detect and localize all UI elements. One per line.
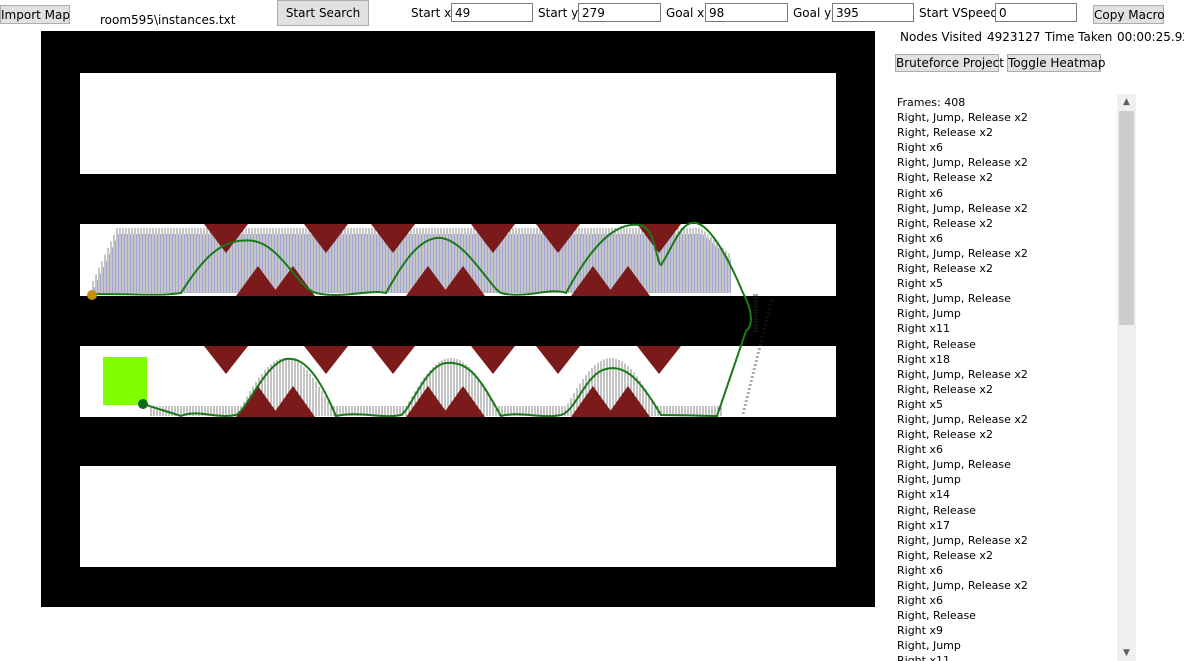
macro-line: Right x6 (897, 231, 943, 245)
scroll-down-icon[interactable]: ▼ (1117, 645, 1136, 661)
output-scrollbar[interactable]: ▲ ▼ (1117, 94, 1136, 661)
macro-line: Right x6 (897, 563, 943, 577)
start-y-input[interactable] (578, 3, 661, 22)
macro-line: Right, Release x2 (897, 428, 993, 442)
nodes-visited-value: 4923127 (987, 30, 1041, 44)
macro-line: Right, Release x2 (897, 126, 993, 140)
macro-line: Right x6 (897, 186, 943, 200)
toggle-heatmap-button[interactable]: Toggle Heatmap (1007, 54, 1106, 72)
macro-line: Right, Release x2 (897, 262, 993, 276)
macro-output-list: Frames: 408 Right, Jump, Release x2 Right,… (897, 95, 1115, 661)
macro-line: Right, Jump (897, 473, 961, 487)
scroll-up-icon[interactable]: ▲ (1117, 94, 1136, 110)
macro-line: Right, Jump, Release x2 (897, 579, 1028, 592)
start-x-label: Start x (411, 6, 452, 20)
floor-corridor (80, 466, 836, 567)
start-vspeed-input[interactable] (995, 3, 1077, 22)
macro-line: Right, Release x2 (897, 216, 993, 230)
macro-line: Right, Jump, Release x2 (897, 156, 1028, 170)
macro-line: Right x9 (897, 624, 943, 638)
macro-line: Right, Release (897, 609, 976, 623)
goal-x-input[interactable] (705, 3, 788, 22)
macro-line: Right, Release x2 (897, 382, 993, 396)
bruteforce-project-button[interactable]: Bruteforce Project (895, 54, 1004, 72)
start-y-label: Start y (538, 6, 579, 20)
start-x-input[interactable] (451, 3, 533, 22)
macro-line: Right, Release x2 (897, 171, 993, 185)
macro-line: Right x5 (897, 277, 943, 291)
start-vspeed-label: Start VSpeed (919, 6, 998, 20)
macro-line: Right, Jump (897, 307, 961, 321)
macro-line: Right, Jump, Release x2 (897, 533, 1028, 547)
macro-line: Right x11 (897, 322, 950, 336)
file-name-label: room595\instances.txt (100, 13, 236, 27)
macro-line: Right x5 (897, 397, 943, 411)
macro-line: Right, Jump, Release x2 (897, 201, 1028, 215)
macro-line: Right, Jump (897, 639, 961, 653)
macro-line: Right, Release x2 (897, 548, 993, 562)
scrollbar-thumb[interactable] (1119, 111, 1134, 325)
goal-marker (103, 357, 147, 405)
macro-line: Frames: 408 (897, 96, 966, 109)
start-marker (87, 290, 97, 300)
floor-corridor (80, 73, 836, 174)
macro-line: Right, Jump, Release x2 (897, 412, 1028, 426)
macro-line: Right x17 (897, 518, 950, 532)
macro-line: Right x6 (897, 141, 943, 155)
copy-macro-button[interactable]: Copy Macro (1093, 5, 1165, 24)
map-canvas (41, 31, 875, 607)
macro-line: Right x11 (897, 654, 950, 661)
goal-y-label: Goal y (793, 6, 832, 20)
macro-line: Right, Jump, Release x2 (897, 111, 1028, 125)
macro-line: Right x18 (897, 352, 950, 366)
macro-line: Right, Jump, Release x2 (897, 246, 1028, 260)
macro-line: Right x14 (897, 488, 950, 502)
time-taken-value: 00:00:25.92 (1117, 30, 1184, 44)
macro-line: Right, Jump, Release (897, 292, 1011, 306)
import-map-button[interactable]: Import Map (0, 5, 70, 24)
nodes-visited-label: Nodes Visited (900, 30, 982, 44)
macro-line: Right, Jump, Release (897, 458, 1011, 472)
macro-line: Right x6 (897, 443, 943, 457)
macro-line: Right, Jump, Release x2 (897, 367, 1028, 381)
goal-y-input[interactable] (832, 3, 914, 22)
time-taken-label: Time Taken (1045, 30, 1113, 44)
macro-output-panel[interactable]: Frames: 408 Right, Jump, Release x2 Right,… (895, 94, 1136, 661)
macro-line: Right, Release (897, 337, 976, 351)
macro-line: Right, Release (897, 503, 976, 517)
start-search-button[interactable]: Start Search (277, 0, 369, 26)
end-marker (138, 399, 148, 409)
macro-line: Right x6 (897, 594, 943, 608)
goal-x-label: Goal x (666, 6, 705, 20)
